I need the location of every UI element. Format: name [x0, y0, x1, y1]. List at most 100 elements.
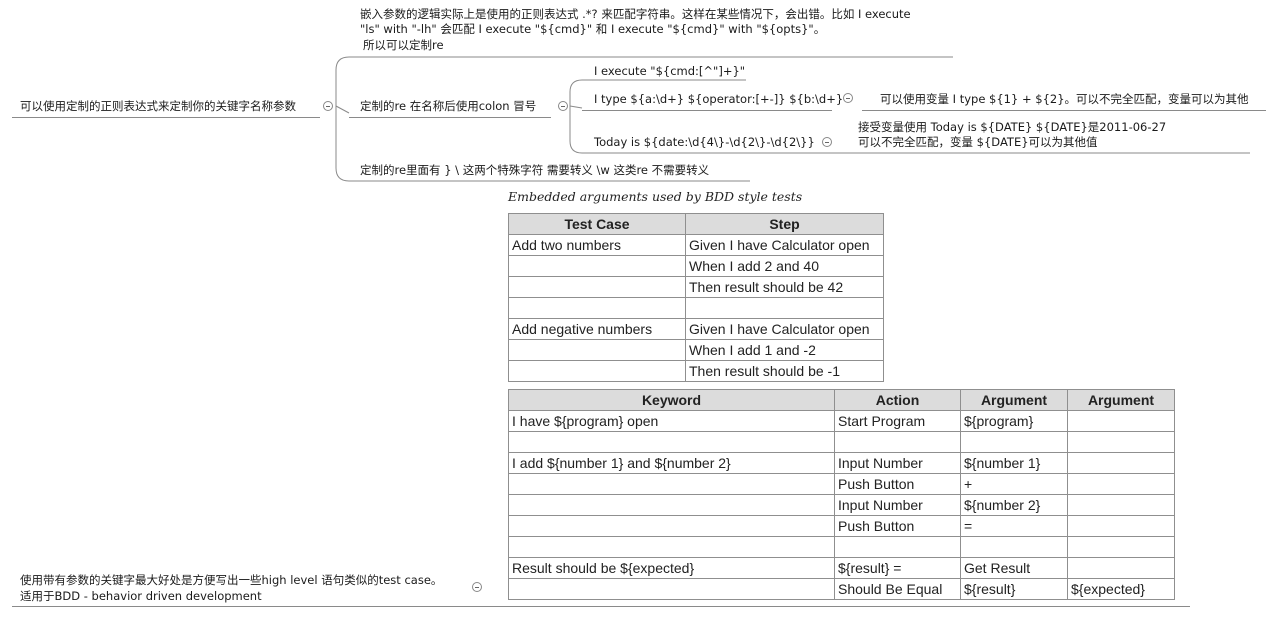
- keyword-row: [508, 536, 1175, 558]
- table-cell: Result should be ${expected}: [508, 557, 835, 579]
- type-underline: [582, 110, 832, 111]
- table-cell: [508, 276, 686, 298]
- testcase-table: Test Case Step Add two numbers Given I ha…: [508, 213, 884, 382]
- table-cell: ${program}: [960, 410, 1068, 432]
- branch1-line1: 嵌入参数的逻辑实际上是使用的正则表达式 .*? 来匹配字符串。这样在某些情况下，…: [360, 7, 911, 21]
- type-note: 可以使用变量 I type ${1} + ${2}。可以不完全匹配，变量可以为其…: [880, 92, 1249, 106]
- branch1-line2: "ls" with "-lh" 会匹配 I execute "${cmd}" 和…: [360, 22, 826, 36]
- keyword-header-keyword: Keyword: [508, 389, 835, 411]
- table-cell: [960, 536, 1068, 558]
- table-cell: +: [960, 473, 1068, 495]
- branch1-line3: 所以可以定制re: [363, 38, 444, 52]
- testcase-row: Then result should be -1: [508, 360, 884, 382]
- keyword-table: Keyword Action Argument Argument I have …: [508, 389, 1175, 600]
- table-cell: Given I have Calculator open: [685, 234, 884, 256]
- table-cell: When I add 1 and -2: [685, 339, 884, 361]
- keyword-row: I have ${program} open Start Program ${pro…: [508, 410, 1175, 432]
- table-cell: [508, 578, 835, 600]
- branch2-child-execute[interactable]: I execute "${cmd:[^"]+}": [594, 64, 745, 79]
- table-cell: [508, 515, 835, 537]
- keyword-row: Should Be Equal ${result} ${expected}: [508, 578, 1175, 600]
- table-cell: Given I have Calculator open: [685, 318, 884, 340]
- table-cell: =: [960, 515, 1068, 537]
- root-collapse-toggle[interactable]: [323, 101, 333, 111]
- testcase-row: Then result should be 42: [508, 276, 884, 298]
- testcase-row: Add two numbers Given I have Calculator o…: [508, 234, 884, 256]
- keyword-row: [508, 431, 1175, 453]
- bdd-node-line1[interactable]: 使用带有参数的关键字最大好处是方便写出一些high level 语句类似的tes…: [20, 573, 442, 588]
- table-cell: Start Program: [834, 410, 961, 432]
- testcase-row: When I add 2 and 40: [508, 255, 884, 277]
- type-note-underline: [862, 110, 1266, 111]
- bdd-collapse-toggle[interactable]: [472, 582, 482, 592]
- table-cell: I have ${program} open: [508, 410, 835, 432]
- table-cell: [1067, 452, 1175, 474]
- table-cell: [834, 536, 961, 558]
- table-cell: [508, 431, 835, 453]
- today-note-line2: 可以不完全匹配，变量 ${DATE}可以为其他值: [858, 135, 1098, 149]
- table-cell: I add ${number 1} and ${number 2}: [508, 452, 835, 474]
- branch2-label[interactable]: 定制的re 在名称后使用colon 冒号: [360, 99, 536, 114]
- table-cell: [1067, 515, 1175, 537]
- embedded-title: Embedded arguments used by BDD style tes…: [508, 189, 803, 204]
- keyword-header-argument1: Argument: [960, 389, 1068, 411]
- branch2-child-today[interactable]: Today is ${date:\d{4\}-\d{2\}-\d{2\}}: [594, 135, 815, 150]
- table-cell: [1067, 431, 1175, 453]
- keyword-row: Push Button =: [508, 515, 1175, 537]
- table-cell: Add negative numbers: [508, 318, 686, 340]
- table-cell: [685, 297, 884, 319]
- embedded-image: Embedded arguments used by BDD style tes…: [506, 186, 1180, 604]
- table-cell: [508, 297, 686, 319]
- testcase-row: [508, 297, 884, 319]
- table-cell: [508, 255, 686, 277]
- table-cell: [508, 360, 686, 382]
- table-cell: [508, 494, 835, 516]
- type-collapse-toggle[interactable]: [843, 93, 853, 103]
- table-cell: [1067, 557, 1175, 579]
- table-cell: [508, 473, 835, 495]
- table-cell: [1067, 494, 1175, 516]
- bdd-node-underline: [12, 606, 1190, 607]
- table-cell: Push Button: [834, 473, 961, 495]
- table-cell: [1067, 473, 1175, 495]
- table-cell: [508, 339, 686, 361]
- keyword-row: Push Button +: [508, 473, 1175, 495]
- table-cell: Input Number: [834, 452, 961, 474]
- table-cell: [1067, 536, 1175, 558]
- branch2-child-type[interactable]: I type ${a:\d+} ${operator:[+-]} ${b:\d+…: [594, 92, 843, 107]
- table-cell: Then result should be 42: [685, 276, 884, 298]
- root-node-label[interactable]: 可以使用定制的正则表达式来定制你的关键字名称参数: [20, 99, 296, 114]
- table-cell: Then result should be -1: [685, 360, 884, 382]
- bdd-node-line2[interactable]: 适用于BDD - behavior driven development: [20, 589, 262, 604]
- keyword-row: Result should be ${expected} ${result} = G…: [508, 557, 1175, 579]
- testcase-row: Add negative numbers Given I have Calcula…: [508, 318, 884, 340]
- today-note-line1: 接受变量使用 Today is ${DATE} ${DATE}是2011-06-…: [858, 120, 1167, 134]
- table-cell: [508, 536, 835, 558]
- today-collapse-toggle[interactable]: [822, 137, 832, 147]
- table-cell: Push Button: [834, 515, 961, 537]
- root-node-underline: [12, 117, 320, 118]
- testcase-row: When I add 1 and -2: [508, 339, 884, 361]
- branch2-collapse-toggle[interactable]: [558, 101, 568, 111]
- branch2-underline: [349, 117, 551, 118]
- testcase-header-step: Step: [685, 213, 884, 235]
- table-cell: [834, 431, 961, 453]
- keyword-header-argument2: Argument: [1067, 389, 1175, 411]
- table-cell: Should Be Equal: [834, 578, 961, 600]
- keyword-header-action: Action: [834, 389, 961, 411]
- table-cell: Add two numbers: [508, 234, 686, 256]
- table-cell: ${expected}: [1067, 578, 1175, 600]
- table-cell: When I add 2 and 40: [685, 255, 884, 277]
- keyword-row: Input Number ${number 2}: [508, 494, 1175, 516]
- table-cell: ${number 2}: [960, 494, 1068, 516]
- table-cell: Input Number: [834, 494, 961, 516]
- testcase-header-testcase: Test Case: [508, 213, 686, 235]
- table-cell: Get Result: [960, 557, 1068, 579]
- table-cell: [960, 431, 1068, 453]
- keyword-row: I add ${number 1} and ${number 2} Input N…: [508, 452, 1175, 474]
- table-cell: ${result} =: [834, 557, 961, 579]
- table-cell: ${number 1}: [960, 452, 1068, 474]
- table-cell: ${result}: [960, 578, 1068, 600]
- branch3-label[interactable]: 定制的re里面有 } \ 这两个特殊字符 需要转义 \w 这类re 不需要转义: [360, 163, 709, 178]
- table-cell: [1067, 410, 1175, 432]
